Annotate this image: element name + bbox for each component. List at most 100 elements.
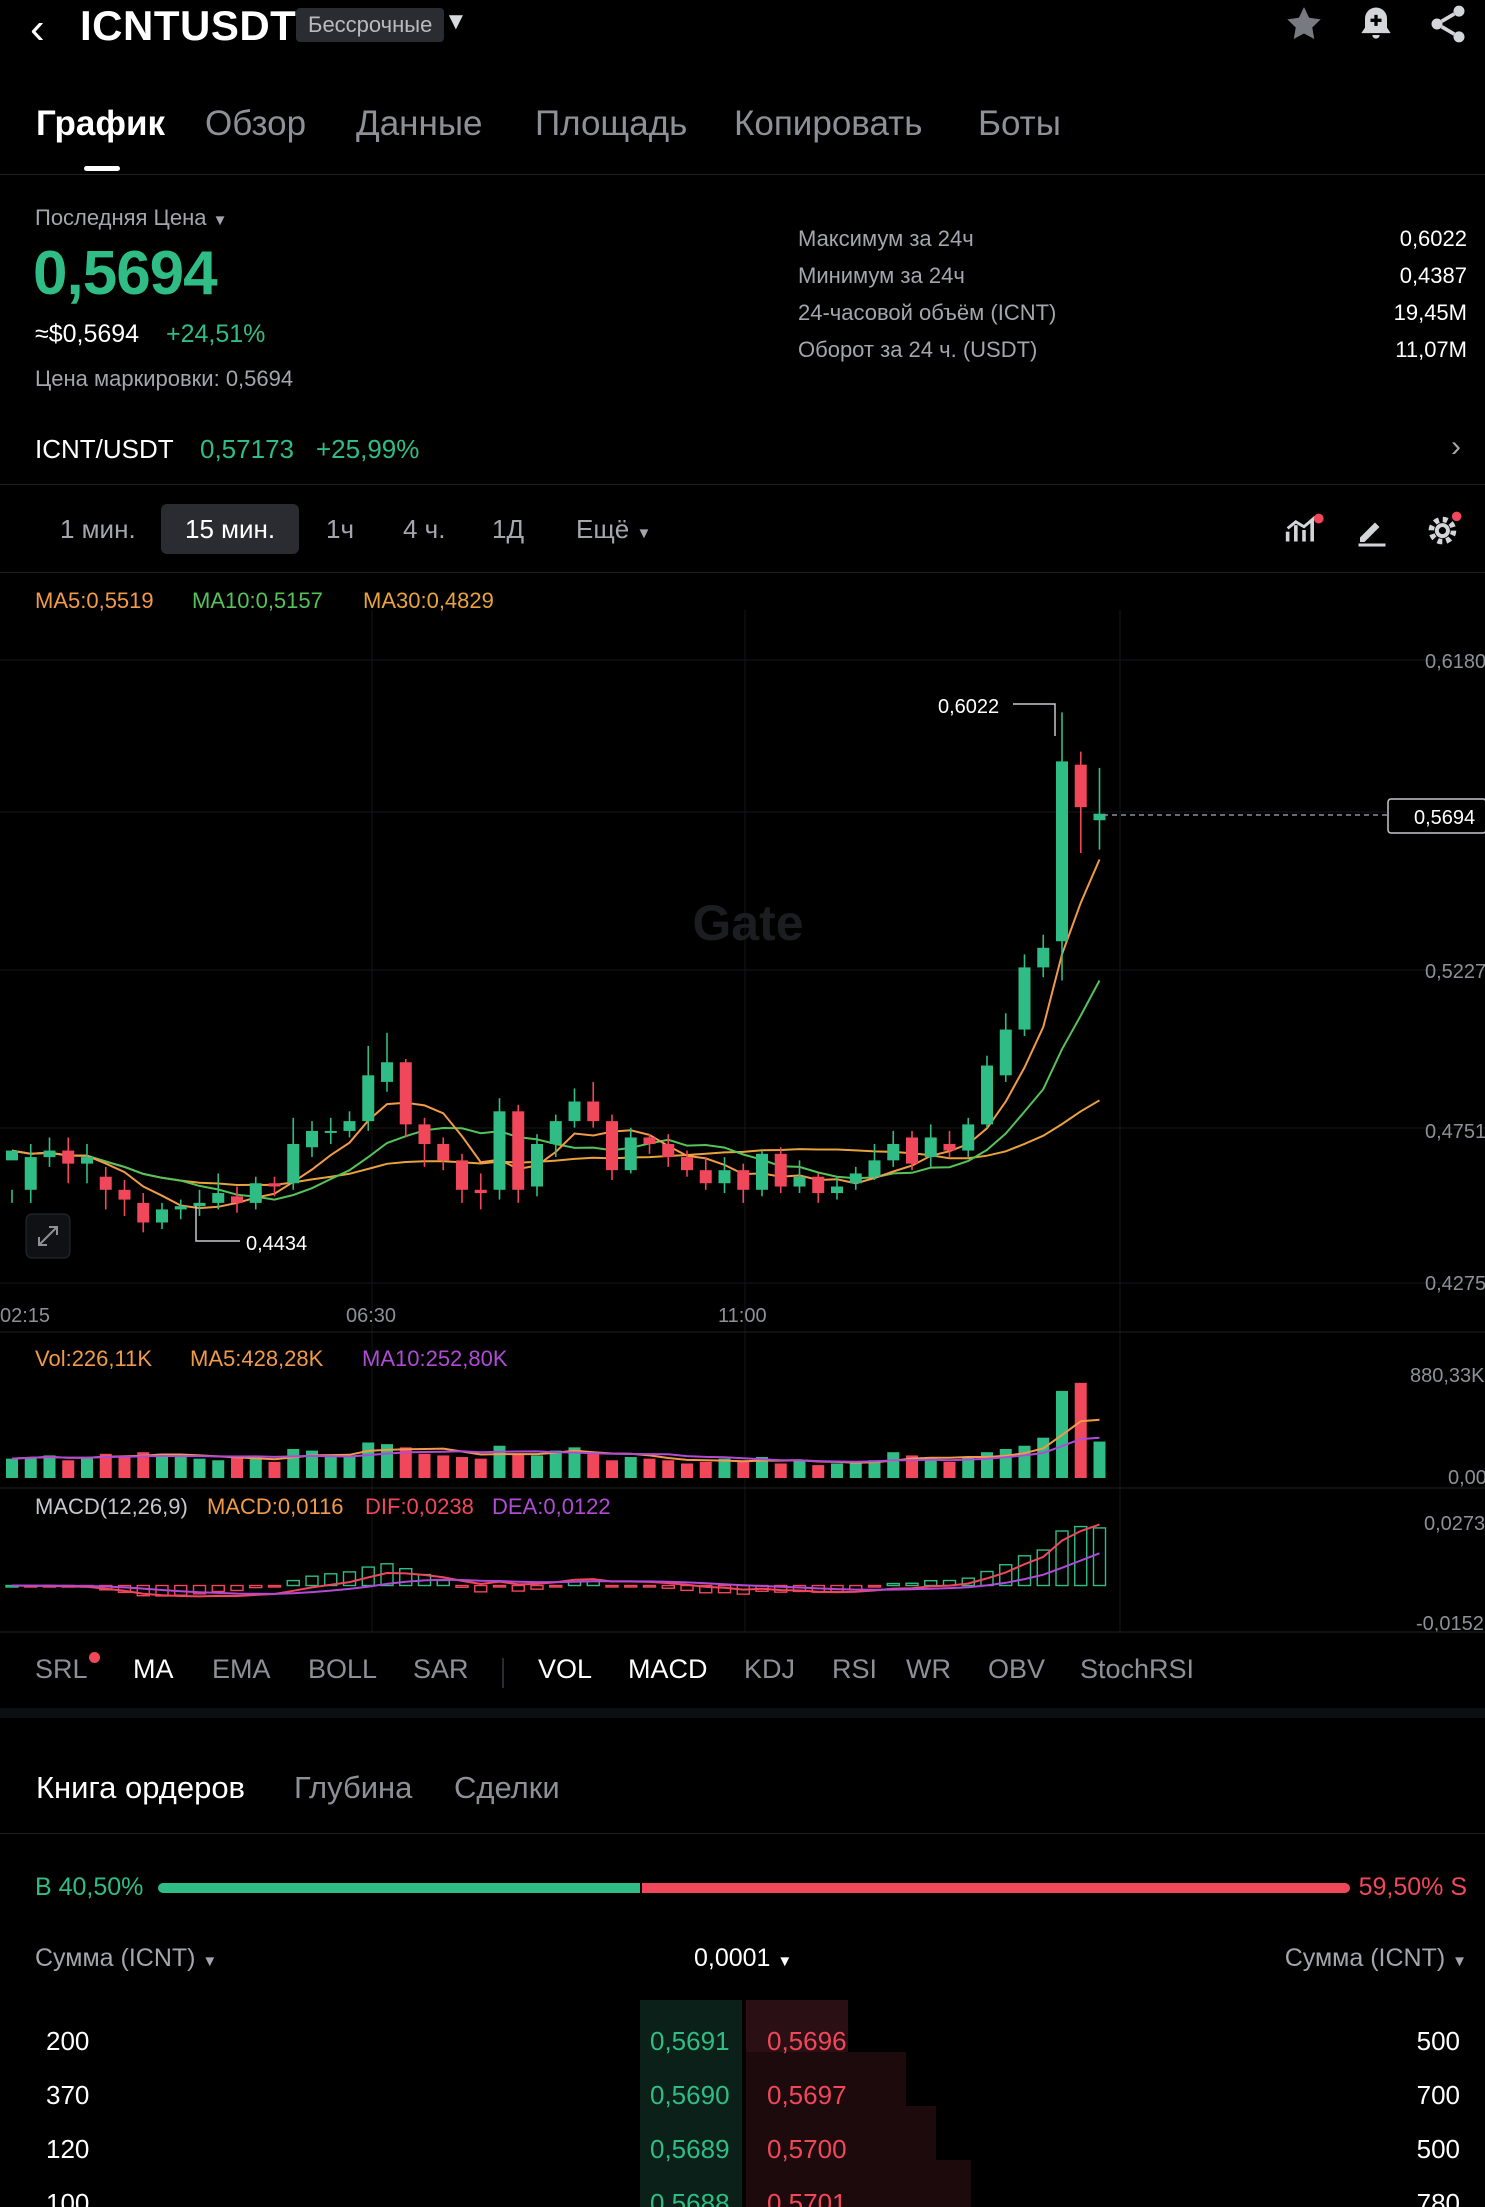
spot-price: 0,57173 bbox=[200, 434, 294, 464]
candle-body bbox=[943, 1144, 956, 1151]
tab-overview[interactable]: Обзор bbox=[205, 104, 306, 144]
indicator-stochrsi[interactable]: StochRSI bbox=[1080, 1654, 1194, 1685]
volume-bar bbox=[681, 1463, 693, 1478]
stat-label-low: Минимум за 24ч bbox=[798, 263, 965, 288]
indicator-vol[interactable]: VOL bbox=[538, 1654, 592, 1685]
timeframe-4h[interactable]: 4 ч. bbox=[379, 504, 469, 554]
tab-square[interactable]: Площадь bbox=[535, 104, 687, 144]
volume-bar bbox=[624, 1457, 637, 1478]
indicator-srl[interactable]: SRL bbox=[35, 1652, 100, 1685]
macd-value: MACD:0,0116 bbox=[207, 1494, 344, 1519]
macd-dif: DIF:0,0238 bbox=[365, 1494, 474, 1519]
indicator-obv[interactable]: OBV bbox=[988, 1654, 1045, 1685]
bid-price[interactable]: 0,5690 bbox=[650, 2080, 730, 2111]
volume-bar bbox=[1093, 1441, 1106, 1478]
candle-body bbox=[718, 1170, 731, 1184]
divider bbox=[502, 1658, 504, 1688]
volume-bar bbox=[437, 1455, 450, 1478]
last-price-selector[interactable]: Последняя Цена ▼ bbox=[35, 205, 227, 231]
bid-price[interactable]: 0,5688 bbox=[650, 2188, 730, 2207]
macd-hist-bar bbox=[286, 1579, 300, 1587]
volume-bar bbox=[849, 1461, 862, 1478]
macd-hist-bar bbox=[642, 1584, 657, 1588]
share-icon[interactable] bbox=[1426, 2, 1470, 46]
indicators-icon[interactable] bbox=[1284, 512, 1324, 548]
contract-type-badge: Бессрочные bbox=[296, 8, 445, 42]
volume-bar bbox=[174, 1457, 187, 1478]
spot-pair[interactable]: ICNT/USDT bbox=[35, 434, 174, 465]
tab-order-book[interactable]: Книга ордеров bbox=[36, 1770, 245, 1806]
page-title[interactable]: ICNTUSDT bbox=[80, 2, 296, 50]
macd-hist-bar bbox=[211, 1584, 225, 1593]
low-price-label: 0,4434 bbox=[246, 1233, 307, 1255]
tab-copy[interactable]: Копировать bbox=[734, 104, 922, 144]
active-tab-indicator bbox=[84, 166, 120, 171]
volume-bar bbox=[493, 1445, 506, 1478]
bid-amount-header[interactable]: Сумма (ICNT) ▼ bbox=[35, 1944, 217, 1973]
ask-amount: 500 bbox=[1416, 2134, 1460, 2164]
price-change: +24,51% bbox=[166, 320, 266, 348]
macd-name: MACD(12,26,9) bbox=[35, 1494, 188, 1519]
time-axis: 02:15 06:30 11:00 bbox=[0, 1305, 767, 1327]
indicator-macd[interactable]: MACD bbox=[628, 1654, 708, 1685]
ask-price[interactable]: 0,5701 bbox=[767, 2188, 847, 2207]
tab-chart[interactable]: График bbox=[36, 104, 165, 144]
volume-bar bbox=[662, 1460, 675, 1478]
bid-price[interactable]: 0,5691 bbox=[650, 2026, 730, 2057]
indicator-rsi[interactable]: RSI bbox=[832, 1654, 877, 1685]
volume-bar bbox=[474, 1458, 487, 1478]
volume-bar bbox=[287, 1448, 300, 1478]
macd-hist-bar bbox=[305, 1575, 319, 1587]
bid-price[interactable]: 0,5689 bbox=[650, 2134, 730, 2165]
ask-price[interactable]: 0,5700 bbox=[767, 2134, 847, 2165]
ask-amount-header[interactable]: Сумма (ICNT) ▼ bbox=[1285, 1944, 1467, 1973]
timeframe-1m[interactable]: 1 мин. bbox=[36, 504, 160, 554]
ask-amount: 700 bbox=[1416, 2080, 1460, 2110]
tab-data[interactable]: Данные bbox=[356, 104, 482, 144]
settings-gear-icon[interactable] bbox=[1424, 510, 1464, 548]
timeframe-1h[interactable]: 1ч bbox=[302, 504, 378, 554]
indicator-sar[interactable]: SAR bbox=[413, 1654, 469, 1685]
chevron-right-icon[interactable]: › bbox=[1451, 430, 1461, 464]
y-tick-label: 0,4275 bbox=[1425, 1273, 1485, 1295]
candle-body bbox=[362, 1075, 375, 1122]
back-icon[interactable]: ‹ bbox=[30, 4, 45, 54]
volume-bar bbox=[193, 1458, 206, 1478]
sell-ratio: 59,50% S bbox=[1358, 1873, 1467, 1901]
draw-pencil-icon[interactable] bbox=[1354, 512, 1390, 548]
macd-hist-bar bbox=[530, 1584, 544, 1590]
volume-bar bbox=[643, 1458, 656, 1478]
kline-chart[interactable]: Gate 0,6180 0,5227 0,4751 0,4275 0,5694 0,6… bbox=[0, 610, 1485, 1640]
timeframe-1d[interactable]: 1Д bbox=[468, 504, 548, 554]
candle-body bbox=[268, 1183, 281, 1187]
indicator-kdj[interactable]: KDJ bbox=[744, 1654, 795, 1685]
candle-body bbox=[456, 1160, 468, 1190]
chevron-down-icon[interactable]: ▼ bbox=[444, 8, 468, 36]
volume-bar bbox=[943, 1461, 956, 1478]
star-icon[interactable] bbox=[1282, 2, 1326, 46]
candle-body bbox=[474, 1189, 487, 1194]
alert-bell-icon[interactable] bbox=[1354, 2, 1398, 46]
candle-body bbox=[681, 1157, 693, 1171]
timeframe-15m[interactable]: 15 мин. bbox=[161, 504, 300, 554]
candle-body bbox=[699, 1170, 712, 1184]
candle-body bbox=[43, 1150, 56, 1158]
tab-trades[interactable]: Сделки bbox=[454, 1770, 560, 1806]
ask-price[interactable]: 0,5697 bbox=[767, 2080, 847, 2111]
indicator-wr[interactable]: WR bbox=[906, 1654, 951, 1685]
candle-body bbox=[587, 1101, 600, 1122]
indicator-ma[interactable]: MA bbox=[133, 1654, 174, 1685]
volume-bar bbox=[268, 1461, 281, 1478]
ask-amount: 500 bbox=[1416, 2026, 1460, 2056]
tab-bots[interactable]: Боты bbox=[978, 104, 1061, 144]
ma10-line bbox=[11, 980, 1101, 1201]
tab-depth[interactable]: Глубина bbox=[294, 1770, 412, 1806]
vol-zero-tick: 0,00 bbox=[1448, 1467, 1485, 1489]
indicator-ema[interactable]: EMA bbox=[212, 1654, 271, 1685]
ask-price[interactable]: 0,5696 bbox=[767, 2026, 847, 2057]
indicator-boll[interactable]: BOLL bbox=[308, 1654, 377, 1685]
candle-body bbox=[418, 1124, 431, 1145]
timeframe-more[interactable]: Ещё ▼ bbox=[552, 504, 675, 554]
mark-price: Цена маркировки: 0,5694 bbox=[35, 366, 294, 391]
precision-selector[interactable]: 0,0001 ▼ bbox=[694, 1944, 792, 1973]
